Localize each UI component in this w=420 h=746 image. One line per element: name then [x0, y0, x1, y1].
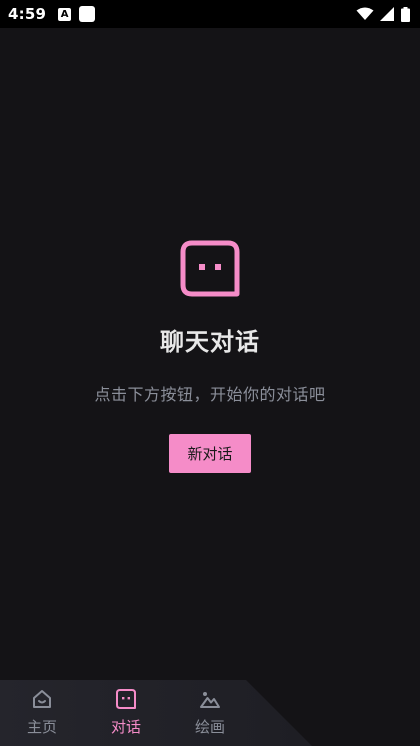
status-time: 4:59	[8, 5, 47, 23]
bottom-nav: 主页 对话 绘画	[0, 680, 420, 746]
chat-icon	[116, 689, 136, 709]
new-chat-button[interactable]: 新对话	[169, 434, 251, 473]
nav-home[interactable]: 主页	[12, 688, 72, 740]
empty-state-subtitle: 点击下方按钮，开始你的对话吧	[94, 385, 326, 404]
status-icons	[356, 6, 410, 22]
mountain-image-icon	[200, 692, 220, 708]
notification-a-icon: A	[58, 7, 72, 21]
battery-icon	[401, 6, 410, 22]
chat-bubble-icon	[180, 240, 240, 297]
empty-state-title: 聊天对话	[160, 328, 260, 356]
home-icon	[33, 690, 51, 708]
notification-square-icon	[79, 6, 96, 22]
nav-chat[interactable]: 对话	[96, 688, 156, 740]
nav-home-label: 主页	[26, 718, 57, 736]
chat-screen: 4:59 A 聊天对话 点击下方按钮，开始你的对话吧 新对话 主页 对话 绘画	[0, 0, 420, 746]
cell-signal-icon	[380, 7, 394, 21]
wifi-icon	[356, 7, 374, 20]
nav-draw-label: 绘画	[194, 718, 225, 736]
nav-chat-label: 对话	[110, 718, 141, 736]
nav-draw[interactable]: 绘画	[180, 688, 240, 740]
status-bar: 4:59 A	[0, 0, 420, 28]
